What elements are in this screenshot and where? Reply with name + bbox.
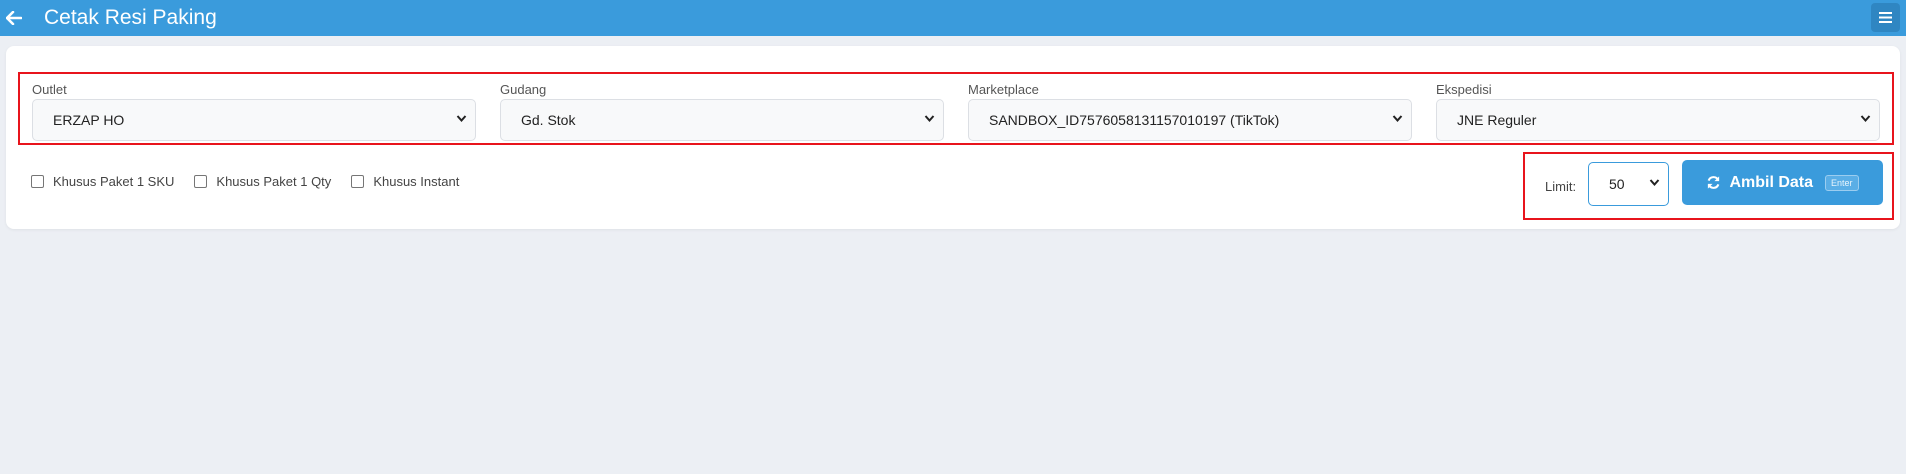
gudang-select[interactable]: Gd. Stok: [500, 99, 944, 141]
outlet-label: Outlet: [32, 82, 67, 97]
action-group: Limit: 50 Ambil Data Enter: [1523, 152, 1894, 220]
filters-row: Outlet ERZAP HO Gudang Gd. Stok Marketpl…: [18, 72, 1894, 145]
ambil-data-button[interactable]: Ambil Data Enter: [1682, 160, 1883, 205]
checkbox-label: Khusus Paket 1 SKU: [53, 174, 175, 189]
hamburger-menu-icon: [1879, 12, 1892, 23]
chevron-down-icon: [456, 115, 467, 123]
outlet-select[interactable]: ERZAP HO: [32, 99, 476, 141]
ekspedisi-label: Ekspedisi: [1436, 82, 1492, 97]
ambil-data-label: Ambil Data: [1729, 173, 1814, 191]
checkbox-paket-1-qty[interactable]: Khusus Paket 1 Qty: [194, 174, 331, 189]
marketplace-select[interactable]: SANDBOX_ID7576058131157010197 (TikTok): [968, 99, 1412, 141]
limit-value: 50: [1609, 176, 1625, 192]
limit-select[interactable]: 50: [1588, 162, 1669, 206]
checkbox-box[interactable]: [194, 175, 208, 188]
marketplace-value: SANDBOX_ID7576058131157010197 (TikTok): [989, 112, 1280, 128]
checkbox-box[interactable]: [351, 175, 365, 188]
back-button[interactable]: [0, 0, 28, 36]
ekspedisi-select[interactable]: JNE Reguler: [1436, 99, 1880, 141]
ekspedisi-value: JNE Reguler: [1457, 112, 1537, 128]
limit-label: Limit:: [1545, 179, 1577, 194]
menu-button[interactable]: [1871, 3, 1900, 32]
chevron-down-icon: [924, 115, 935, 123]
checkbox-label: Khusus Paket 1 Qty: [216, 174, 332, 189]
top-bar: Cetak Resi Paking: [0, 0, 1906, 36]
gudang-label: Gudang: [500, 82, 547, 97]
refresh-icon: [1708, 176, 1720, 189]
checkbox-paket-1-sku[interactable]: Khusus Paket 1 SKU: [31, 174, 174, 189]
marketplace-label: Marketplace: [968, 82, 1039, 97]
chevron-down-icon: [1392, 115, 1403, 123]
chevron-down-icon: [1649, 179, 1660, 187]
gudang-value: Gd. Stok: [521, 112, 576, 128]
outlet-value: ERZAP HO: [53, 112, 125, 128]
checkbox-box[interactable]: [31, 175, 44, 188]
checkbox-instant[interactable]: Khusus Instant: [351, 174, 459, 189]
option-checkboxes: Khusus Paket 1 SKU Khusus Paket 1 Qty Kh…: [31, 174, 479, 189]
checkbox-label: Khusus Instant: [373, 174, 460, 189]
page-title: Cetak Resi Paking: [44, 6, 217, 29]
filter-card: Outlet ERZAP HO Gudang Gd. Stok Marketpl…: [6, 46, 1900, 229]
chevron-down-icon: [1860, 115, 1871, 123]
arrow-left-icon: [6, 11, 22, 25]
enter-shortcut-badge: Enter: [1825, 174, 1859, 191]
